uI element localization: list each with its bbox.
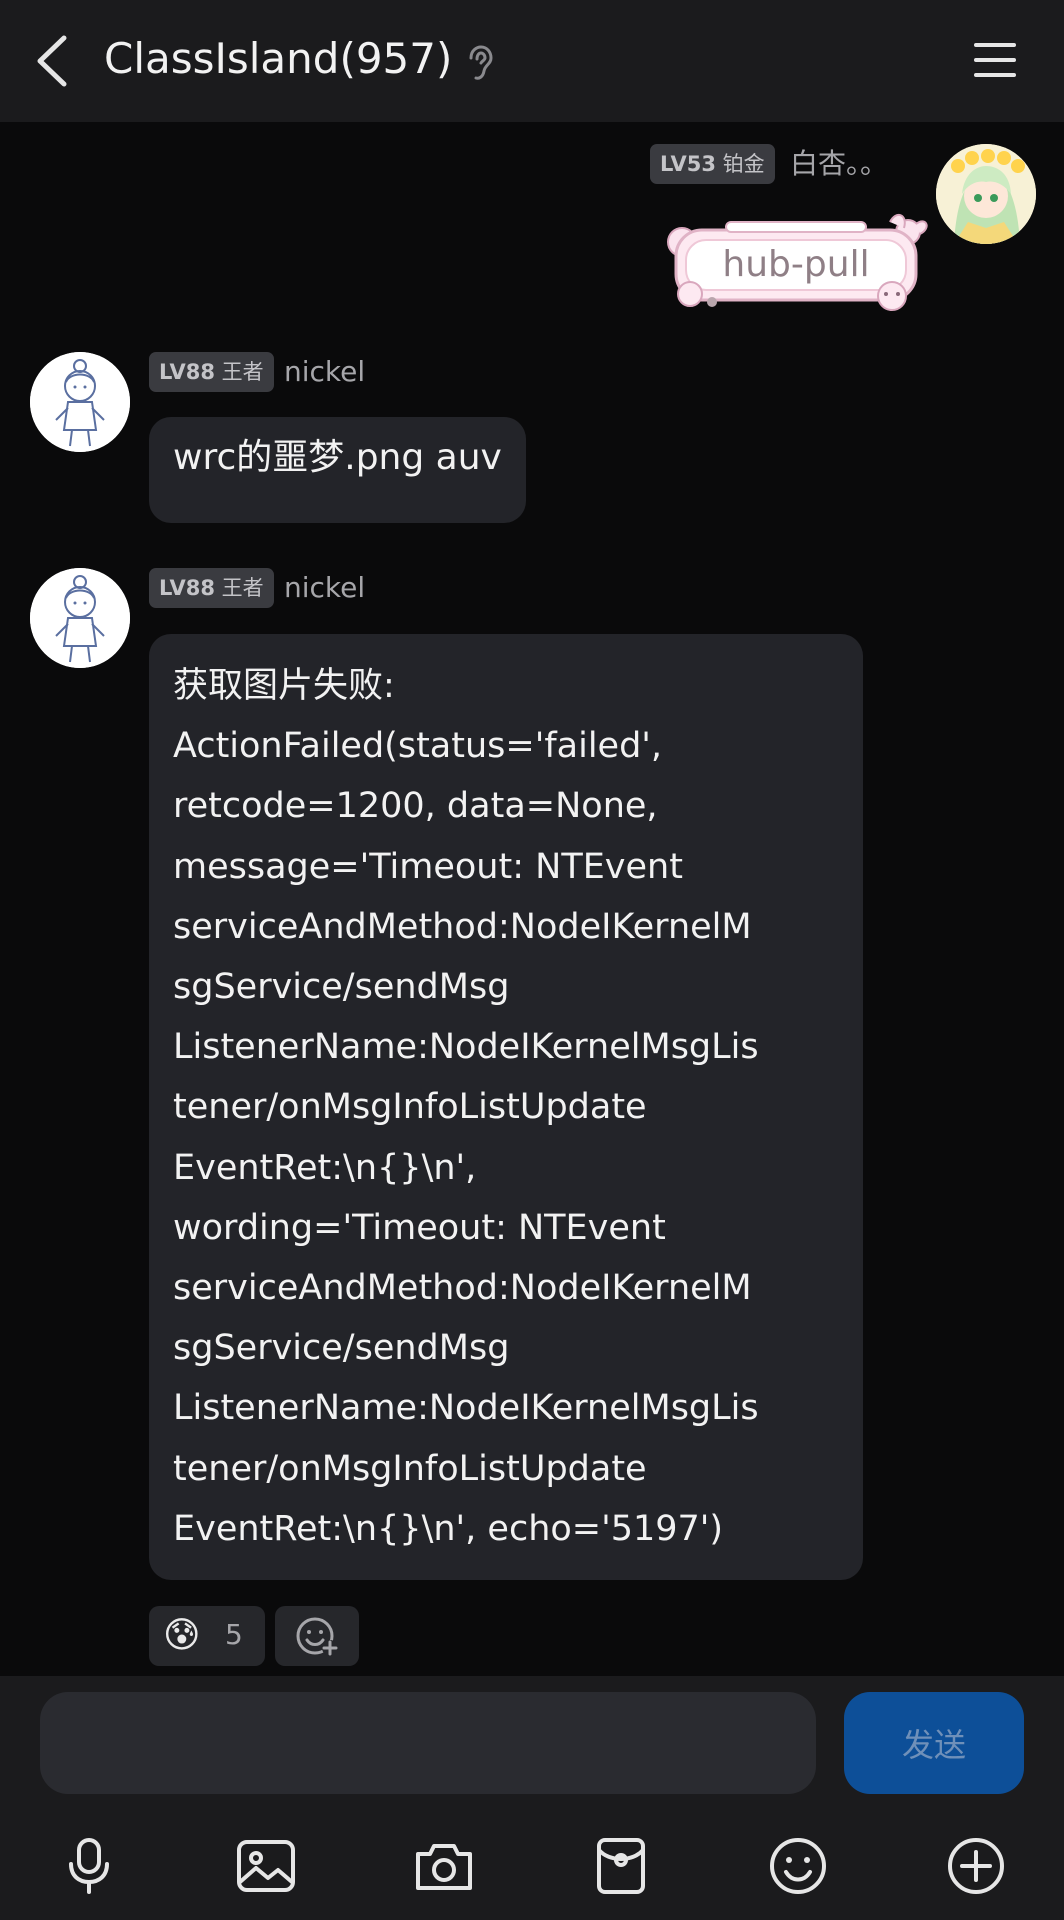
add-reaction-button[interactable] xyxy=(275,1606,359,1666)
level-badge: LV88 王者 xyxy=(149,568,274,608)
sticker-text: hub-pull xyxy=(722,244,869,285)
avatar[interactable] xyxy=(30,568,130,668)
ear-icon[interactable] xyxy=(464,44,496,82)
message-bubble[interactable]: wrc的噩梦.png auv xyxy=(149,417,526,523)
chat-title[interactable]: ClassIsland(957) xyxy=(104,34,452,83)
level-text: LV88 xyxy=(159,360,215,384)
camera-icon[interactable] xyxy=(412,1834,476,1898)
input-bar: 发送 xyxy=(0,1676,1064,1812)
message-list[interactable]: LV53 铂金 白杏。。 hub-pull LV88 王者 nickel wrc… xyxy=(0,122,1064,1676)
message-text: 获取图片失败: ActionFailed(status='failed', re… xyxy=(173,666,759,1549)
sender-name[interactable]: 白杏。。 xyxy=(790,144,888,184)
back-arrow-icon[interactable] xyxy=(30,32,74,90)
anime-girl-avatar-icon xyxy=(936,144,1036,244)
message-bubble[interactable]: 获取图片失败: ActionFailed(status='failed', re… xyxy=(149,634,863,1580)
rank-text: 铂金 xyxy=(722,152,765,176)
plus-icon[interactable] xyxy=(944,1834,1008,1898)
bunny-banner-sticker-icon: hub-pull xyxy=(667,213,928,311)
level-badge: LV53 铂金 xyxy=(650,144,775,184)
microphone-icon[interactable] xyxy=(57,1834,121,1898)
rank-text: 王者 xyxy=(221,576,264,600)
red-packet-icon[interactable] xyxy=(589,1834,653,1898)
level-text: LV53 xyxy=(660,152,716,176)
avatar[interactable] xyxy=(30,352,130,452)
sender-name[interactable]: nickel xyxy=(284,352,365,392)
anxious-face-emoji-icon: 😰 xyxy=(163,1615,201,1656)
send-button[interactable]: 发送 xyxy=(844,1692,1024,1794)
sticker-image[interactable]: hub-pull xyxy=(660,212,932,318)
toolbar xyxy=(0,1812,1064,1920)
sketch-girl-avatar-icon xyxy=(30,568,130,668)
sketch-girl-avatar-icon xyxy=(30,352,130,452)
avatar[interactable] xyxy=(936,144,1036,244)
image-icon[interactable] xyxy=(234,1834,298,1898)
level-badge: LV88 王者 xyxy=(149,352,274,392)
reaction-count: 5 xyxy=(225,1618,243,1651)
emoji-icon[interactable] xyxy=(766,1834,830,1898)
menu-icon[interactable] xyxy=(972,40,1018,80)
message-text: wrc的噩梦.png auv xyxy=(173,437,502,478)
chat-header: ClassIsland(957) xyxy=(0,0,1064,122)
rank-text: 王者 xyxy=(221,360,264,384)
reaction-chip[interactable]: 😰 5 xyxy=(149,1606,265,1666)
level-text: LV88 xyxy=(159,576,215,600)
message-input[interactable] xyxy=(40,1692,816,1794)
add-emoji-icon xyxy=(296,1617,338,1656)
sender-name[interactable]: nickel xyxy=(284,568,365,608)
